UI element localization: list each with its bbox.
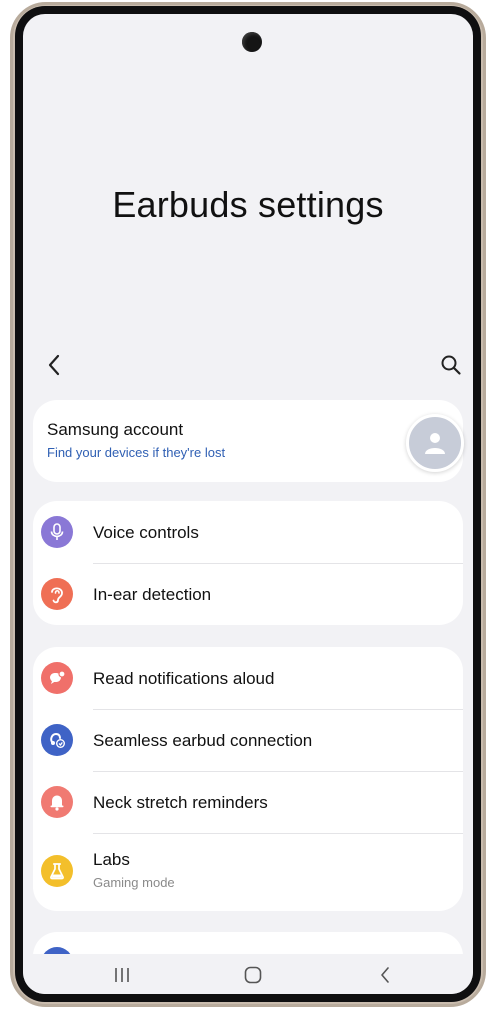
labs-label: Labs [93,850,130,869]
settings-group-2: Read notifications aloud Seamless earbud… [33,647,463,911]
in-ear-detection-label: In-ear detection [93,585,212,604]
settings-group-1: Voice controls In-ear detection [33,501,463,625]
in-ear-detection-item[interactable]: In-ear detection [33,563,463,625]
samsung-account-card[interactable]: Samsung account Find your devices if the… [33,400,464,482]
seamless-connection-item[interactable]: Seamless earbud connection [33,709,463,771]
voice-controls-item[interactable]: Voice controls [33,501,463,563]
page-title: Earbuds settings [112,184,384,225]
search-button[interactable] [436,350,466,380]
neck-stretch-label: Neck stretch reminders [93,793,268,812]
recents-button[interactable] [107,962,137,988]
nav-back-button[interactable] [370,962,400,988]
recents-icon [115,968,129,982]
voice-controls-label: Voice controls [93,523,199,542]
neck-stretch-item[interactable]: Neck stretch reminders [33,771,463,833]
back-button[interactable] [39,350,69,380]
flask-icon [41,855,73,887]
search-icon [441,355,461,375]
labs-item[interactable]: Labs Gaming mode [33,833,463,911]
microphone-icon [41,516,73,548]
seamless-connection-label: Seamless earbud connection [93,731,313,750]
bell-icon [41,786,73,818]
back-icon [381,967,389,983]
labs-subtitle: Gaming mode [93,875,175,890]
phone-screen: Earbuds settings Samsung account Find yo… [23,14,473,994]
connection-sync-icon [41,724,73,756]
chevron-left-icon [48,354,60,376]
person-icon [425,433,445,454]
home-button[interactable] [238,962,268,988]
notification-speech-icon [41,662,73,694]
find-devices-link[interactable]: Find your devices if they're lost [47,445,225,460]
front-camera [242,32,262,52]
read-notifications-item[interactable]: Read notifications aloud [33,647,463,709]
home-icon [244,966,262,984]
ear-icon [41,578,73,610]
read-notifications-label: Read notifications aloud [93,669,275,688]
navigation-bar [23,954,473,994]
avatar[interactable] [406,414,464,472]
account-title: Samsung account [47,420,184,439]
